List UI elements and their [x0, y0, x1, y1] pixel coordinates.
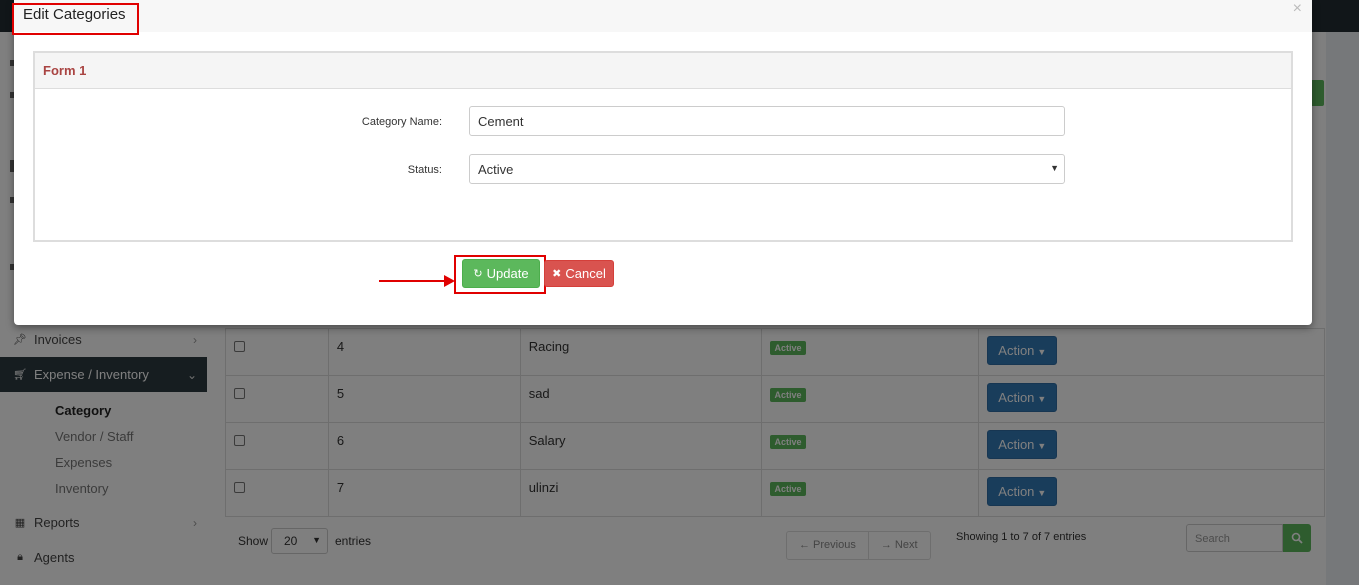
status-select-value: Active [478, 162, 514, 177]
status-select[interactable]: Active ▼ [469, 154, 1065, 184]
cancel-label: Cancel [565, 266, 606, 281]
title-highlight-box [12, 3, 139, 35]
update-label: Update [486, 266, 529, 281]
cancel-button[interactable]: ✖ Cancel [544, 260, 614, 287]
close-icon[interactable]: × [1293, 0, 1302, 18]
refresh-icon: ↻ [473, 268, 483, 280]
panel-title: Form 1 [35, 53, 1291, 89]
form-panel: Form 1 [33, 51, 1293, 242]
select-arrow-icon: ▼ [1050, 163, 1059, 173]
modal-header: Edit Categories × [14, 0, 1312, 32]
status-label: Status: [407, 164, 442, 176]
annotation-arrow [379, 280, 447, 282]
category-name-input[interactable]: Cement [469, 106, 1065, 136]
close-icon: ✖ [552, 268, 562, 280]
category-name-label: Category Name: [361, 116, 442, 128]
update-button[interactable]: ↻ Update [462, 259, 540, 288]
edit-categories-modal: Edit Categories × Form 1 Category Name: … [12, 0, 1312, 325]
